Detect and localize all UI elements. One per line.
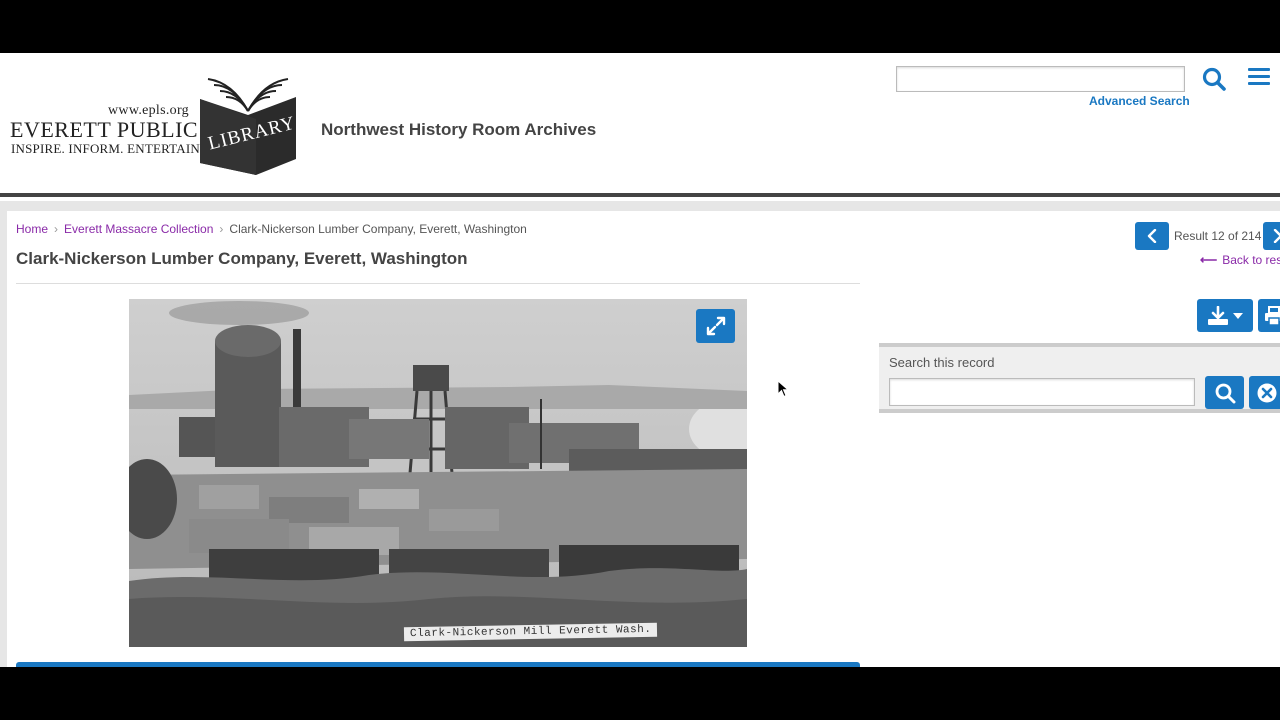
menu-bar (1248, 75, 1270, 78)
advanced-search-link[interactable]: Advanced Search (1089, 94, 1190, 108)
download-icon (1208, 305, 1228, 325)
site-search-input[interactable] (896, 66, 1185, 92)
record-photo[interactable]: Clark-Nickerson Mill Everett Wash. (129, 299, 747, 647)
search-record-panel: Search this record (879, 343, 1280, 413)
breadcrumb-separator: › (219, 222, 224, 236)
page-title: Clark-Nickerson Lumber Company, Everett,… (16, 249, 468, 268)
menu-bar (1248, 68, 1270, 71)
content-area: Home › Everett Massacre Collection › Clark-N… (0, 201, 1280, 667)
breadcrumb-separator: › (54, 222, 59, 236)
caret-down-icon (1233, 312, 1243, 319)
expand-image-button[interactable] (696, 309, 735, 343)
metadata-panel-header[interactable] (16, 662, 860, 667)
result-counter: Result 12 of 214 (1174, 229, 1262, 243)
site-header: www.epls.org EVERETT PUBLIC INSPIRE. INF… (0, 53, 1280, 197)
breadcrumb-current: Clark-Nickerson Lumber Company, Everett,… (229, 222, 527, 236)
breadcrumb: Home › Everett Massacre Collection › Clark-N… (16, 222, 527, 236)
arrow-left-icon: ⟵ (1200, 253, 1218, 267)
mouse-cursor-icon (777, 380, 789, 398)
previous-result-button[interactable] (1135, 222, 1169, 250)
search-record-label: Search this record (889, 355, 995, 370)
library-logo[interactable]: www.epls.org EVERETT PUBLIC INSPIRE. INF… (10, 71, 310, 181)
breadcrumb-home[interactable]: Home (16, 222, 48, 236)
search-record-button[interactable] (1205, 376, 1244, 409)
title-divider (16, 283, 860, 284)
print-button[interactable] (1258, 299, 1280, 332)
chevron-right-icon (1273, 229, 1280, 243)
logo-name-text: EVERETT PUBLIC (10, 117, 199, 142)
search-record-input[interactable] (889, 378, 1195, 406)
breadcrumb-collection[interactable]: Everett Massacre Collection (64, 222, 213, 236)
download-button[interactable] (1197, 299, 1253, 332)
back-to-results-link[interactable]: ⟵ Back to resu (1200, 253, 1280, 267)
site-title: Northwest History Room Archives (321, 120, 597, 139)
hamburger-menu-icon[interactable] (1248, 68, 1270, 88)
browser-page: www.epls.org EVERETT PUBLIC INSPIRE. INF… (0, 53, 1280, 667)
expand-icon (706, 316, 725, 336)
photo-illustration (129, 299, 747, 647)
back-to-results-label: Back to resu (1222, 253, 1280, 267)
clear-icon (1257, 383, 1277, 402)
search-icon (1215, 383, 1235, 403)
clear-search-button[interactable] (1249, 376, 1280, 409)
menu-bar (1248, 82, 1270, 85)
chevron-left-icon (1147, 229, 1157, 243)
print-icon (1265, 305, 1280, 326)
next-result-button[interactable] (1263, 222, 1280, 250)
search-icon[interactable] (1201, 66, 1227, 92)
record-card: Home › Everett Massacre Collection › Clark-N… (7, 211, 1280, 667)
logo-tagline: INSPIRE. INFORM. ENTERTAIN. (11, 141, 204, 156)
